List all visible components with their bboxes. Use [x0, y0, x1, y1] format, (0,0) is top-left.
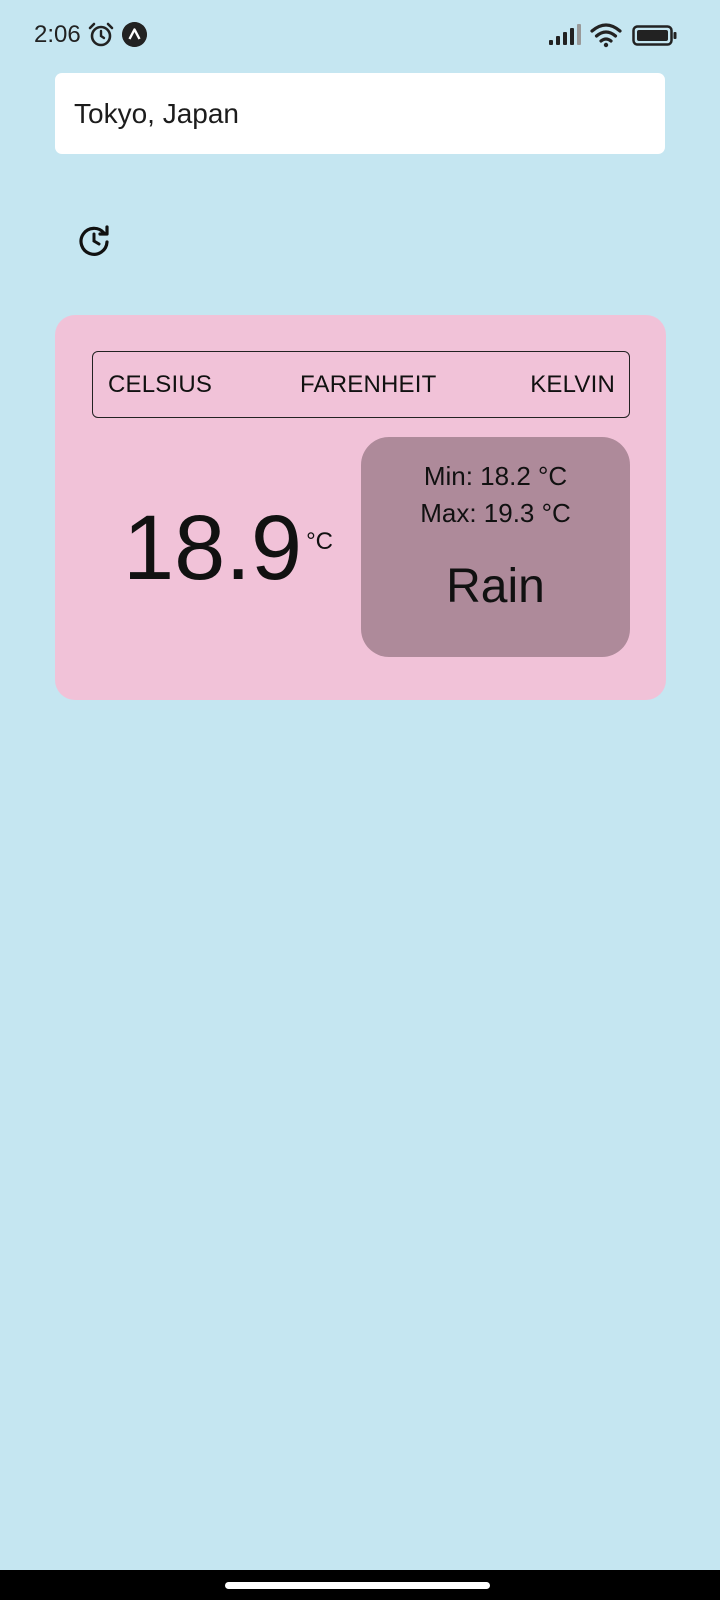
search-input[interactable]: Tokyo, Japan	[55, 73, 665, 154]
home-indicator[interactable]	[225, 1582, 490, 1589]
search-input-value: Tokyo, Japan	[74, 97, 239, 129]
tab-kelvin[interactable]: KELVIN	[530, 352, 615, 416]
wifi-icon	[590, 23, 622, 48]
max-temperature: Max: 19.3 °C	[420, 498, 571, 528]
navigation-bar	[0, 1570, 720, 1600]
tab-farenheit[interactable]: FARENHEIT	[300, 352, 436, 416]
battery-icon	[632, 25, 677, 46]
current-temperature: 18.9 °C	[123, 498, 333, 598]
weather-condition: Rain	[446, 560, 545, 613]
tab-celsius[interactable]: CELSIUS	[108, 352, 212, 416]
history-icon	[79, 225, 109, 256]
min-temperature: Min: 18.2 °C	[423, 461, 568, 491]
temperature-value: 18.9	[123, 497, 303, 599]
unit-tabs: CELSIUS FARENHEIT KELVIN	[92, 351, 630, 418]
signal-icon	[549, 24, 581, 45]
status-bar: 2:06	[0, 0, 720, 70]
app-notification-icon	[122, 22, 147, 47]
weather-details: Min: 18.2 °C Max: 19.3 °C Rain	[361, 437, 630, 657]
temperature-unit: °C	[306, 528, 333, 555]
alarm-icon	[88, 22, 114, 47]
status-time: 2:06	[34, 21, 81, 48]
history-button[interactable]	[76, 222, 112, 258]
weather-card: CELSIUS FARENHEIT KELVIN 18.9 °C Min: 18…	[55, 315, 666, 700]
